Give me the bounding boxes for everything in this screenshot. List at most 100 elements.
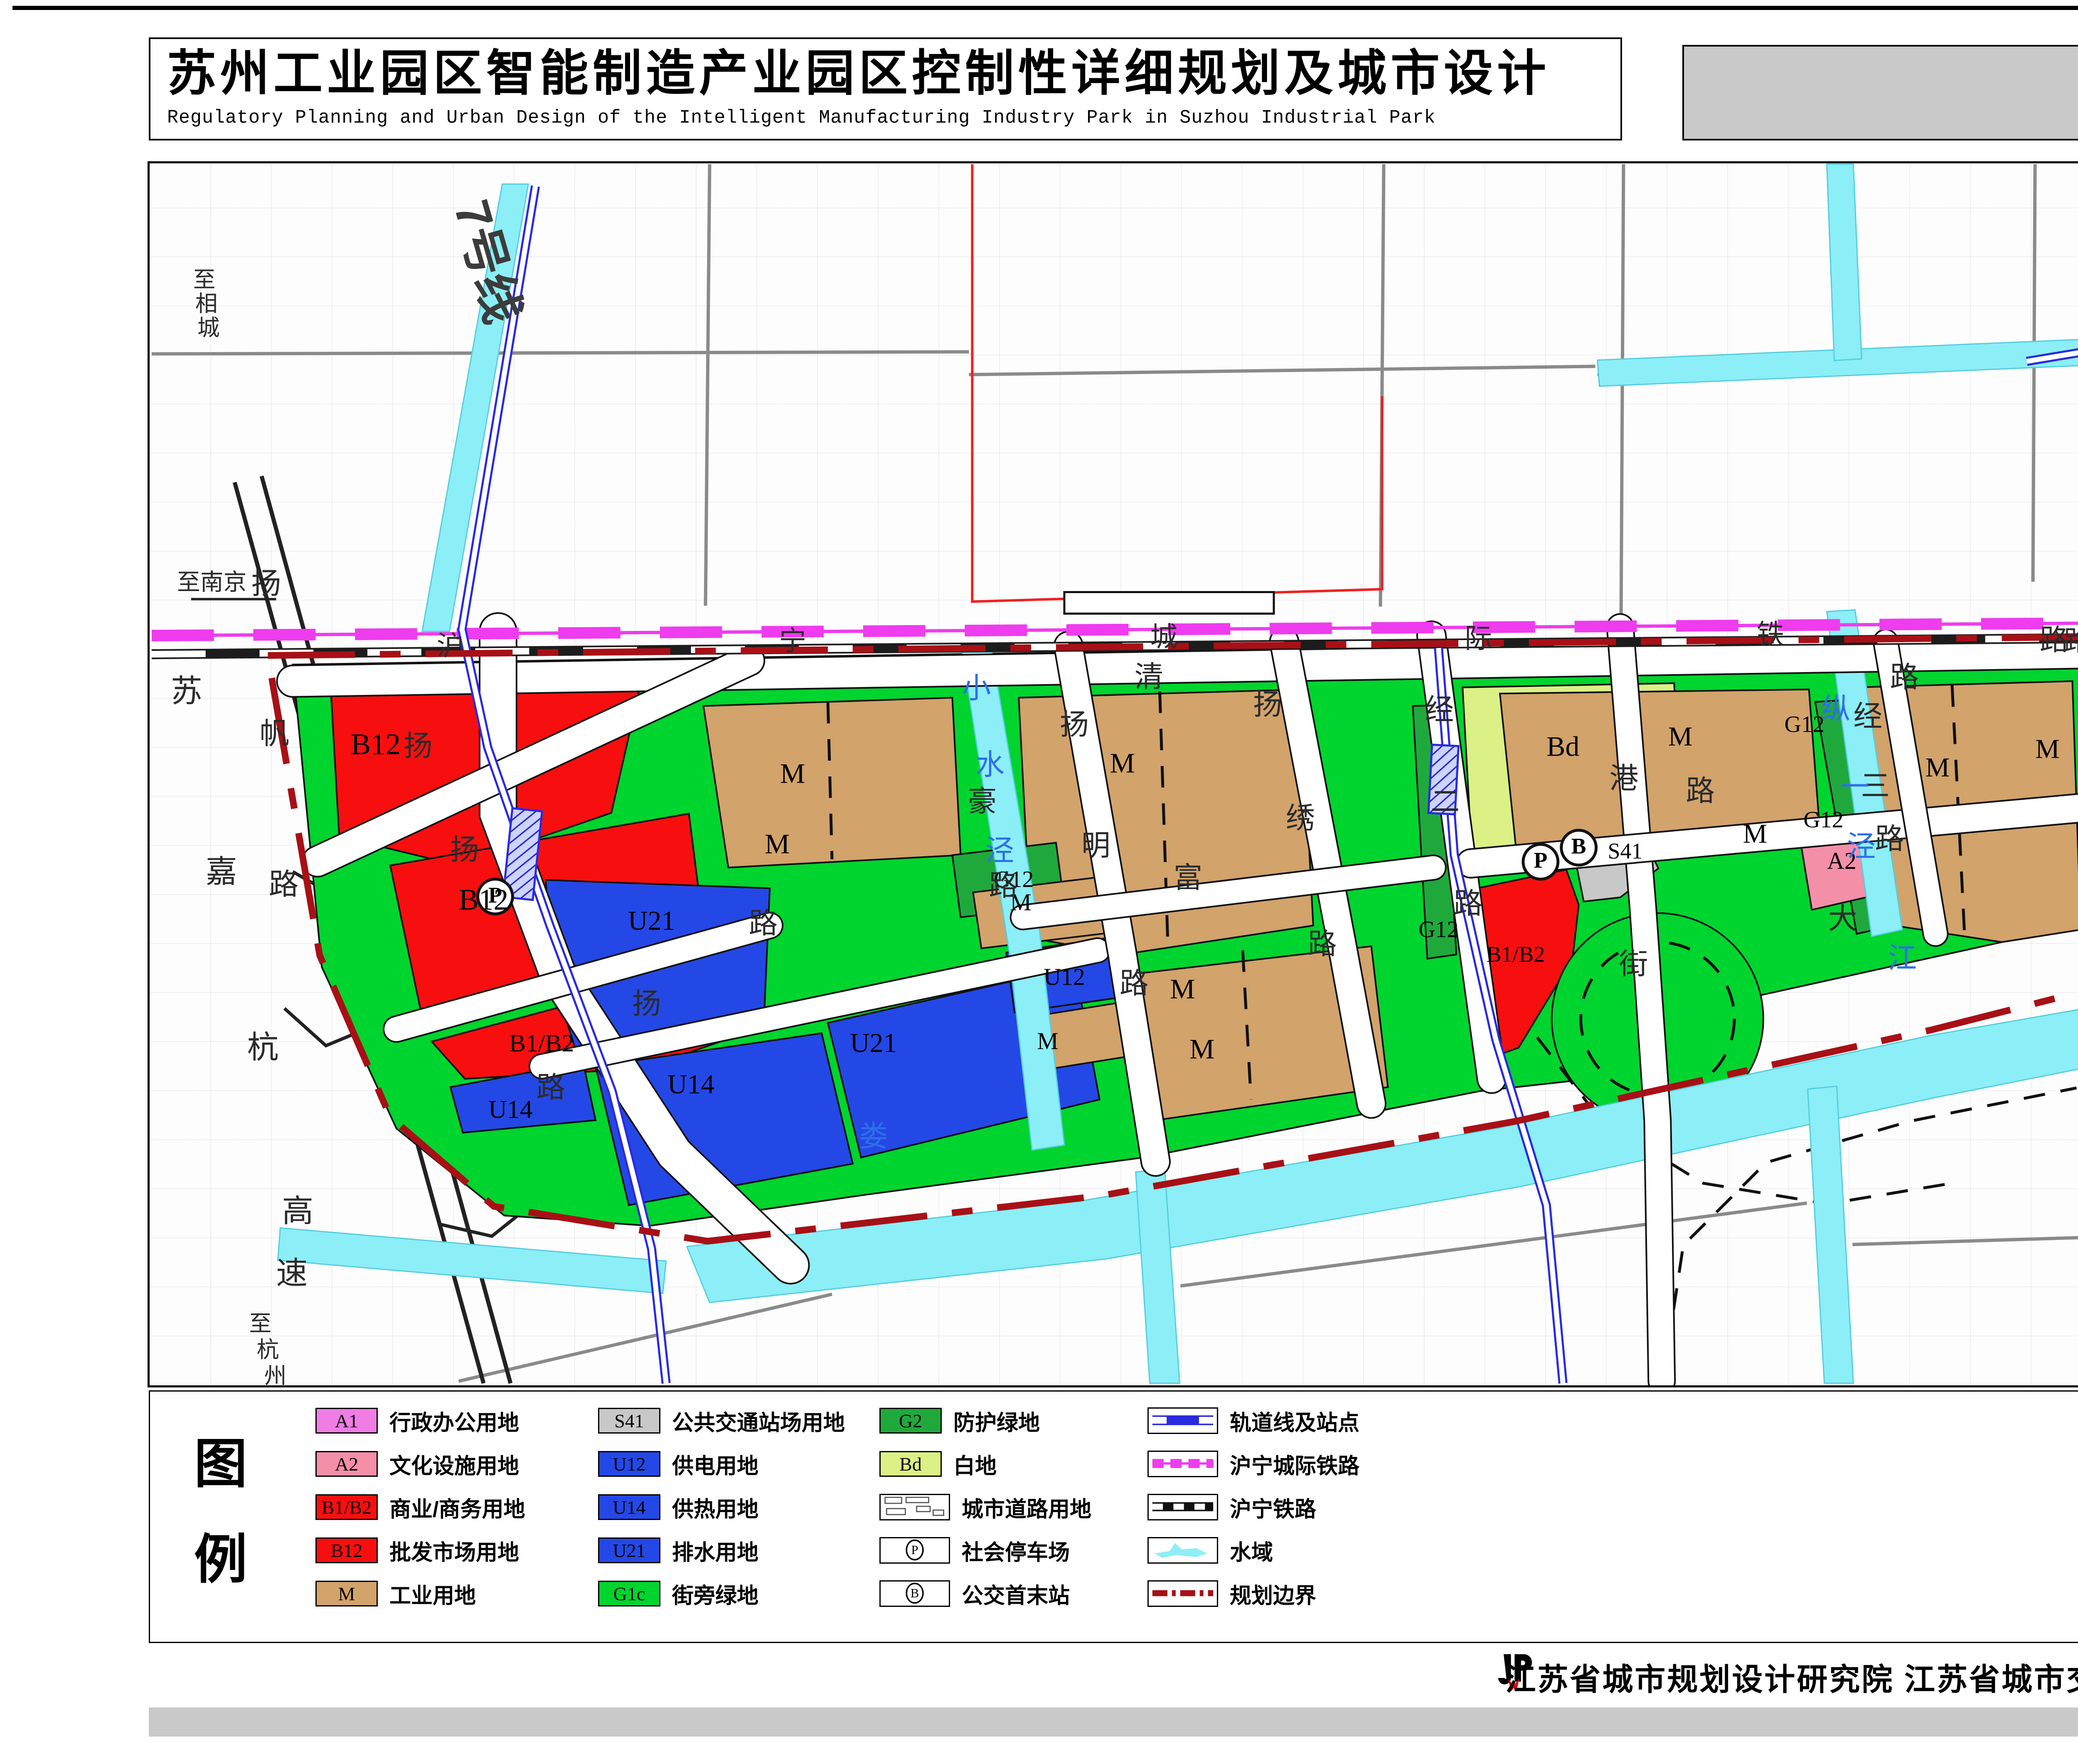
map-label-cn: 高 <box>282 1193 313 1229</box>
legend-label: 行政办公用地 <box>389 1405 519 1436</box>
map-label-cn: 路 <box>1453 887 1482 919</box>
symbol-letter: P <box>1534 848 1547 873</box>
legend-label: 批发市场用地 <box>389 1535 519 1566</box>
legend-label: 沪宁铁路 <box>1230 1492 1316 1523</box>
map-label-cn: 路 <box>1686 774 1715 807</box>
map-label-river: 江 <box>1888 942 1917 974</box>
boundary-icon <box>1149 1582 1217 1605</box>
water-icon <box>1149 1538 1217 1562</box>
map-label-cn: 沪 <box>437 630 464 661</box>
roads-icon <box>881 1495 949 1518</box>
map-label-code: M <box>1668 721 1693 751</box>
legend-label: 白地 <box>953 1449 997 1480</box>
title-block: 苏州工业园区智能制造产业园区控制性详细规划及城市设计 Regulatory Pl… <box>149 37 1622 140</box>
map-label-river: 水 <box>975 749 1005 781</box>
map-label-river: 小 <box>962 672 991 704</box>
context-road <box>152 352 969 354</box>
legend-item: B公交首末站 <box>879 1580 1070 1607</box>
map-label-river: 泾 <box>985 834 1014 867</box>
map-label-code: M <box>1037 1027 1058 1054</box>
sheet-top-rule <box>12 6 2078 10</box>
bottom-gray-bar <box>149 1707 2078 1737</box>
legend-label: 防护绿地 <box>953 1405 1040 1436</box>
legend-label: 排水用地 <box>672 1535 758 1566</box>
map-label-river: 泾 <box>1847 830 1876 862</box>
legend-symbol-circleB: B <box>879 1580 950 1607</box>
legend-swatch-U12: U12 <box>598 1451 660 1477</box>
page-title: 苏州工业园区智能制造产业园区控制性详细规划及城市设计 <box>167 42 1620 105</box>
map-label-code: S41 <box>1608 839 1643 864</box>
legend-label: 商业/商务用地 <box>389 1492 525 1523</box>
sheet-number-box: 09-土地利用规划图 <box>1682 45 2078 140</box>
svg-text:P: P <box>911 1543 918 1557</box>
map-label-cn: 城 <box>1150 621 1178 652</box>
water-body <box>1808 1086 1854 1383</box>
context-road <box>1621 164 1623 624</box>
map-label-cn: 富 <box>1173 862 1202 894</box>
legend-item: G2 防护绿地 <box>879 1407 1040 1434</box>
legend-symbol-railway <box>1147 1494 1218 1520</box>
legend-swatch-S41: S41 <box>598 1408 660 1434</box>
legend-item: S41 公共交通站场用地 <box>598 1407 845 1434</box>
map-label-code: B12 <box>459 883 509 916</box>
map-label-cn: 清 <box>1135 660 1164 693</box>
circleB-icon: B <box>881 1582 949 1605</box>
legend-label: 规划边界 <box>1230 1578 1316 1609</box>
legend-item: A2文化设施用地 <box>315 1451 519 1477</box>
map-label-river: 一 <box>1841 770 1870 803</box>
map-label-code: U12 <box>1044 963 1085 990</box>
legend-symbol-metro <box>1147 1407 1218 1434</box>
context-road <box>2033 164 2035 582</box>
map-label-cn: 路 <box>748 907 778 939</box>
railway-station <box>1064 592 1274 613</box>
page-title-english: Regulatory Planning and Urban Design of … <box>167 107 1620 128</box>
legend-item: P社会停车场 <box>879 1537 1070 1564</box>
legend-title: 图例 <box>190 1417 252 1608</box>
legend-item: 城市道路用地 <box>879 1494 1091 1520</box>
legend-label: 公共交通站场用地 <box>672 1405 845 1436</box>
legend-label: 供电用地 <box>672 1449 758 1480</box>
legend-symbol-intercity <box>1147 1451 1218 1477</box>
legend-label: 供热用地 <box>672 1492 758 1523</box>
legend-item: U14供热用地 <box>598 1494 758 1520</box>
map-label-cn: 路 <box>1890 661 1919 693</box>
map-label-code: M <box>780 758 805 789</box>
attribution-text: 江苏省城市规划设计研究院 江苏省城市交通规划研究中心 <box>1505 1655 2078 1699</box>
legend-symbol-roads <box>879 1494 950 1520</box>
map-label-cn: 扬 <box>1060 708 1089 741</box>
legend-label: 街旁绿地 <box>672 1578 758 1609</box>
map-label-code: Bd <box>1546 731 1579 762</box>
map-label-dir: 城 <box>197 315 220 340</box>
map-label-code: U21 <box>850 1028 897 1058</box>
legend-swatch-G2: G2 <box>879 1408 942 1434</box>
legend-swatch-Bd: Bd <box>879 1451 942 1477</box>
legend-symbol-boundary <box>1147 1580 1218 1607</box>
map-label-cn: 明 <box>1081 829 1110 862</box>
legend-swatch-A1: A1 <box>315 1408 378 1434</box>
legend-label: 城市道路用地 <box>962 1492 1091 1523</box>
legend-item: 规划边界 <box>1147 1580 1316 1607</box>
map-label-code: M <box>1189 1033 1214 1064</box>
legend-label: 沪宁城际铁路 <box>1230 1449 1359 1480</box>
legend: 图例 A1行政办公用地A2文化设施用地B1/B2商业/商务用地B12批发市场用地… <box>149 1390 2078 1643</box>
legend-label: 水域 <box>1230 1535 1273 1566</box>
map-label-code: M <box>1170 973 1195 1005</box>
map-label-code: B1/B2 <box>1487 942 1545 967</box>
railway-icon <box>1149 1495 1217 1518</box>
map-label-cn: 扬 <box>404 730 433 762</box>
map-label-cn: 路 <box>536 1071 565 1104</box>
map-label-river: 纵 <box>1822 692 1851 725</box>
context-road <box>969 366 1595 374</box>
map-label-cn: 嘉 <box>206 854 237 889</box>
legend-swatch-U21: U21 <box>598 1537 660 1563</box>
map-label-cn: 路 <box>2040 624 2069 656</box>
map-label-code: B1/B2 <box>509 1030 574 1057</box>
map-label-code: G12 <box>1418 917 1458 943</box>
map-label-cn: 绣 <box>1286 802 1315 834</box>
map-label-dir: 相 <box>195 291 218 316</box>
map-label-cn: 路 <box>1875 823 1904 855</box>
map-label-dir: 至南京 <box>177 569 247 595</box>
legend-label: 文化设施用地 <box>389 1449 519 1480</box>
legend-label: 工业用地 <box>389 1578 476 1609</box>
map-label-cn: 帆 <box>260 717 290 750</box>
